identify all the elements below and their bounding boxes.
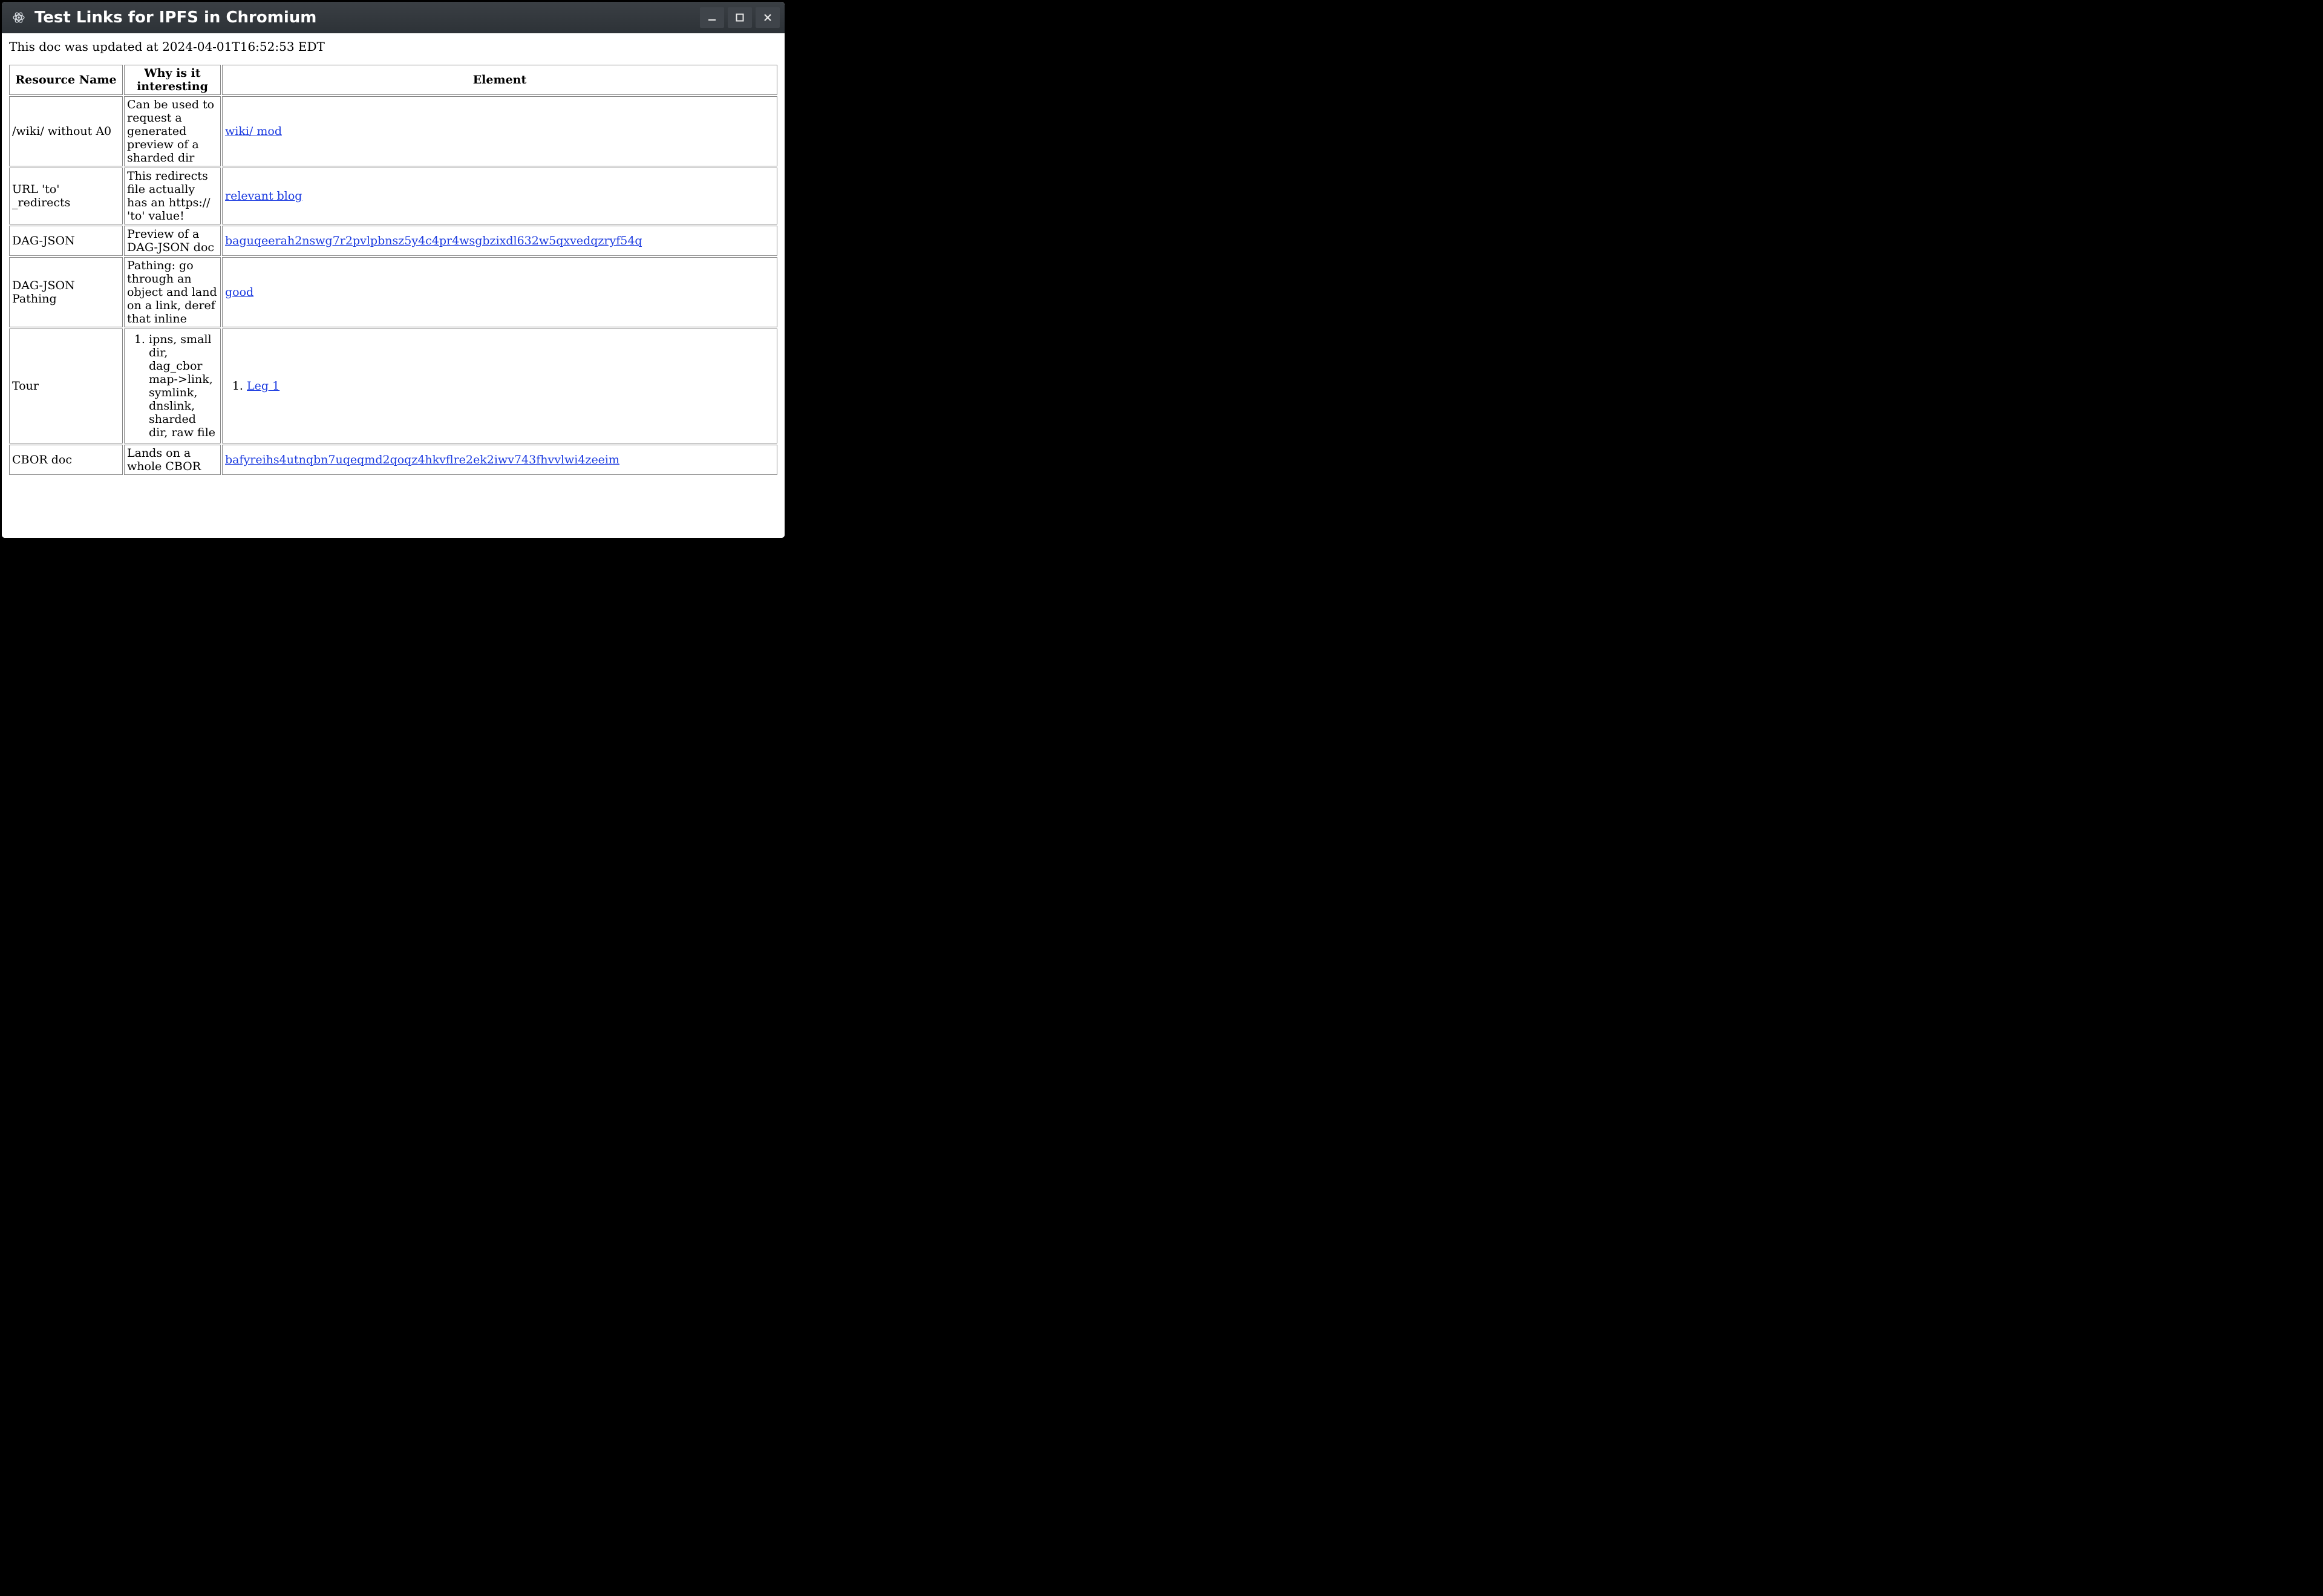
cell-name: DAG-JSON bbox=[9, 226, 123, 256]
cell-name: URL 'to' _redirects bbox=[9, 168, 123, 224]
table-row: Tour ipns, small dir, dag_cbor map->link… bbox=[9, 329, 777, 443]
col-header-why: Why is it interesting bbox=[124, 65, 221, 95]
cell-name: CBOR doc bbox=[9, 445, 123, 475]
maximize-button[interactable] bbox=[728, 7, 752, 28]
element-link[interactable]: baguqeerah2nswg7r2pvlpbnsz5y4c4pr4wsgbzi… bbox=[225, 234, 642, 247]
links-table: Resource Name Why is it interesting Elem… bbox=[8, 64, 779, 476]
cell-element: good bbox=[222, 257, 777, 327]
window-title: Test Links for IPFS in Chromium bbox=[34, 8, 700, 27]
table-row: DAG-JSON Pathing Pathing: go through an … bbox=[9, 257, 777, 327]
cell-why: ipns, small dir, dag_cbor map->link, sym… bbox=[124, 329, 221, 443]
cell-element: wiki/ mod bbox=[222, 96, 777, 166]
element-link[interactable]: good bbox=[225, 286, 253, 299]
col-header-name: Resource Name bbox=[9, 65, 123, 95]
cell-why: Preview of a DAG-JSON doc bbox=[124, 226, 221, 256]
cell-element: bafyreihs4utnqbn7uqeqmd2qoqz4hkvflre2ek2… bbox=[222, 445, 777, 475]
cell-name: /wiki/ without A0 bbox=[9, 96, 123, 166]
cell-element: Leg 1 bbox=[222, 329, 777, 443]
app-window: Test Links for IPFS in Chromium This doc… bbox=[0, 0, 786, 540]
titlebar: Test Links for IPFS in Chromium bbox=[2, 2, 785, 33]
col-header-element: Element bbox=[222, 65, 777, 95]
content-scroll[interactable]: This doc was updated at 2024-04-01T16:52… bbox=[2, 33, 785, 538]
table-row: URL 'to' _redirects This redirects file … bbox=[9, 168, 777, 224]
cell-why: Can be used to request a generated previ… bbox=[124, 96, 221, 166]
cell-name: DAG-JSON Pathing bbox=[9, 257, 123, 327]
element-link[interactable]: wiki/ mod bbox=[225, 125, 282, 138]
cell-why: Pathing: go through an object and land o… bbox=[124, 257, 221, 327]
table-row: CBOR doc Lands on a whole CBOR bafyreihs… bbox=[9, 445, 777, 475]
cell-why: Lands on a whole CBOR bbox=[124, 445, 221, 475]
table-header-row: Resource Name Why is it interesting Elem… bbox=[9, 65, 777, 95]
close-button[interactable] bbox=[756, 7, 780, 28]
why-list-item: ipns, small dir, dag_cbor map->link, sym… bbox=[149, 333, 218, 439]
element-list-item: Leg 1 bbox=[247, 379, 774, 393]
table-row: /wiki/ without A0 Can be used to request… bbox=[9, 96, 777, 166]
cell-element: baguqeerah2nswg7r2pvlpbnsz5y4c4pr4wsgbzi… bbox=[222, 226, 777, 256]
window-controls bbox=[700, 7, 780, 28]
table-row: DAG-JSON Preview of a DAG-JSON doc baguq… bbox=[9, 226, 777, 256]
element-link[interactable]: Leg 1 bbox=[247, 379, 279, 393]
content-area: This doc was updated at 2024-04-01T16:52… bbox=[2, 33, 785, 538]
updated-timestamp: This doc was updated at 2024-04-01T16:52… bbox=[9, 39, 779, 54]
minimize-button[interactable] bbox=[700, 7, 724, 28]
cell-name: Tour bbox=[9, 329, 123, 443]
element-link[interactable]: bafyreihs4utnqbn7uqeqmd2qoqz4hkvflre2ek2… bbox=[225, 453, 619, 466]
cell-element: relevant blog bbox=[222, 168, 777, 224]
cell-why: This redirects file actually has an http… bbox=[124, 168, 221, 224]
element-link[interactable]: relevant blog bbox=[225, 189, 302, 203]
app-icon bbox=[10, 9, 27, 26]
